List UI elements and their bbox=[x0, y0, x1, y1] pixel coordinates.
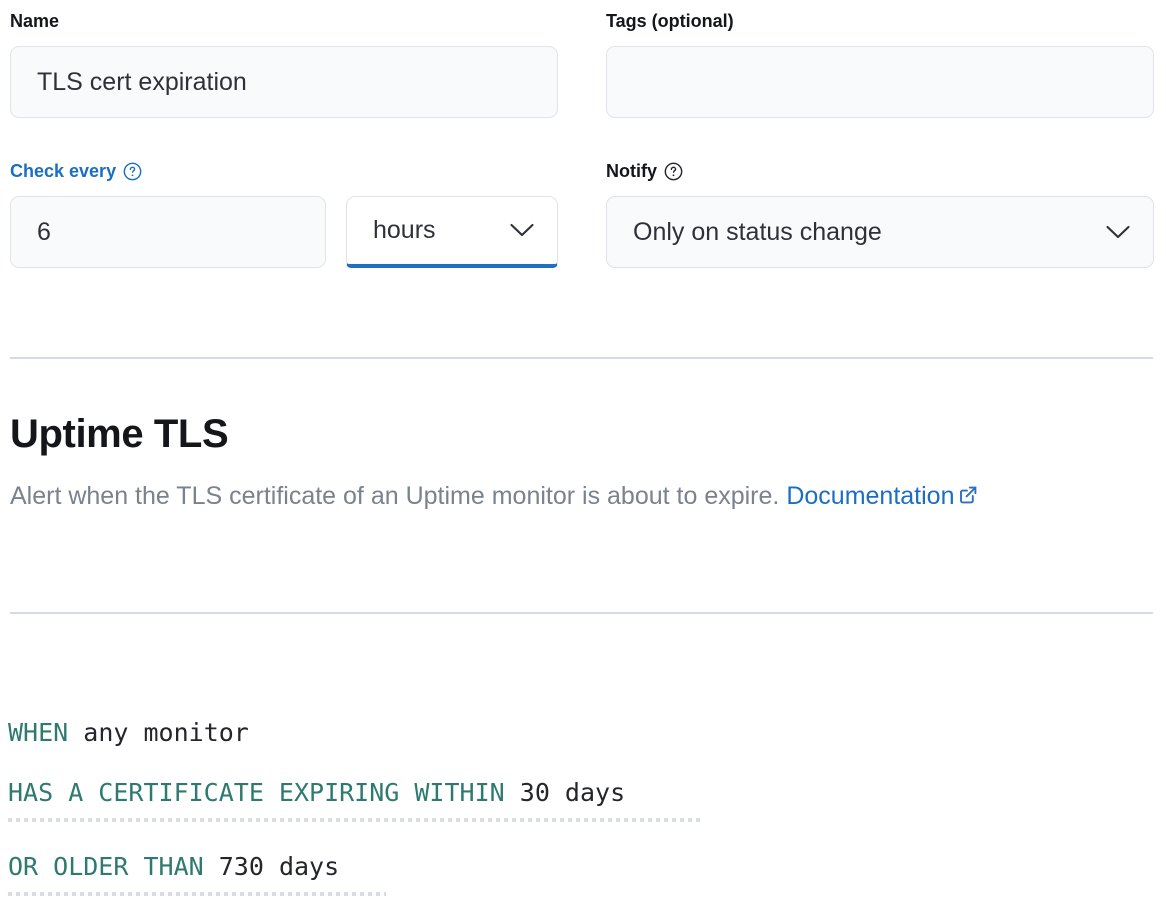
form-row-schedule: Check every 6 hours bbox=[10, 160, 1154, 268]
notify-select-value: Only on status change bbox=[633, 218, 882, 247]
check-every-unit-select[interactable]: hours bbox=[346, 196, 558, 268]
check-every-label-text: Check every bbox=[10, 160, 116, 182]
tags-label-text: Tags (optional) bbox=[606, 10, 734, 32]
notify-label-text: Notify bbox=[606, 160, 657, 182]
check-every-unit-value: hours bbox=[373, 216, 436, 245]
rule-spacer bbox=[8, 748, 1158, 778]
documentation-link-label: Documentation bbox=[786, 482, 954, 510]
rule-keyword: HAS A CERTIFICATE EXPIRING WITHIN bbox=[8, 778, 505, 807]
name-label: Name bbox=[10, 10, 558, 32]
rule-keyword: WHEN bbox=[8, 718, 68, 747]
rule-line-older-than[interactable]: OR OLDER THAN 730 days bbox=[8, 852, 1158, 882]
rule-keyword: OR OLDER THAN bbox=[8, 852, 204, 881]
check-every-label: Check every bbox=[10, 160, 558, 182]
name-control-row: TLS cert expiration bbox=[10, 46, 558, 118]
check-every-group: Check every 6 hours bbox=[10, 160, 558, 268]
notify-select[interactable]: Only on status change bbox=[606, 196, 1154, 268]
notify-label: Notify bbox=[606, 160, 1154, 182]
name-label-text: Name bbox=[10, 10, 59, 32]
name-input[interactable]: TLS cert expiration bbox=[10, 46, 558, 118]
notify-group: Notify Only on status change bbox=[606, 160, 1154, 268]
rule-spacer bbox=[8, 822, 1158, 852]
rule-value[interactable]: 30 days bbox=[520, 778, 625, 807]
rule-value[interactable]: any monitor bbox=[83, 718, 249, 747]
rule-separator-dotted bbox=[8, 892, 386, 896]
tags-label: Tags (optional) bbox=[606, 10, 1154, 32]
tags-field-group: Tags (optional) bbox=[606, 10, 1154, 118]
rule-value[interactable]: 730 days bbox=[219, 852, 339, 881]
rule-builder: WHEN any monitor HAS A CERTIFICATE EXPIR… bbox=[8, 718, 1158, 896]
check-every-control-row: 6 hours bbox=[10, 196, 558, 268]
form-row-identity: Name TLS cert expiration Tags (optional) bbox=[10, 10, 1154, 118]
chevron-down-icon bbox=[509, 216, 535, 245]
chevron-down-icon bbox=[1105, 218, 1131, 247]
check-every-input[interactable]: 6 bbox=[10, 196, 326, 268]
rule-line-certificate-expiring[interactable]: HAS A CERTIFICATE EXPIRING WITHIN 30 day… bbox=[8, 778, 1158, 808]
external-link-icon[interactable] bbox=[956, 477, 980, 521]
section-header: Uptime TLS Alert when the TLS certificat… bbox=[10, 410, 1156, 521]
documentation-link[interactable]: Documentation bbox=[786, 482, 954, 510]
section-description: Alert when the TLS certificate of an Upt… bbox=[10, 474, 1156, 521]
name-field-group: Name TLS cert expiration bbox=[10, 10, 558, 118]
section-description-text: Alert when the TLS certificate of an Upt… bbox=[10, 482, 779, 510]
tags-input[interactable] bbox=[606, 46, 1154, 118]
alert-configuration-page: Name TLS cert expiration Tags (optional)… bbox=[0, 0, 1166, 908]
rule-line-when[interactable]: WHEN any monitor bbox=[8, 718, 1158, 748]
notify-control-row: Only on status change bbox=[606, 196, 1154, 268]
section-divider-bottom bbox=[10, 612, 1153, 614]
page-title: Uptime TLS bbox=[10, 410, 1156, 458]
question-circle-icon[interactable] bbox=[123, 162, 142, 181]
alert-form: Name TLS cert expiration Tags (optional)… bbox=[10, 0, 1154, 268]
question-circle-icon[interactable] bbox=[664, 162, 683, 181]
tags-control-row bbox=[606, 46, 1154, 118]
section-divider-top bbox=[10, 357, 1153, 359]
